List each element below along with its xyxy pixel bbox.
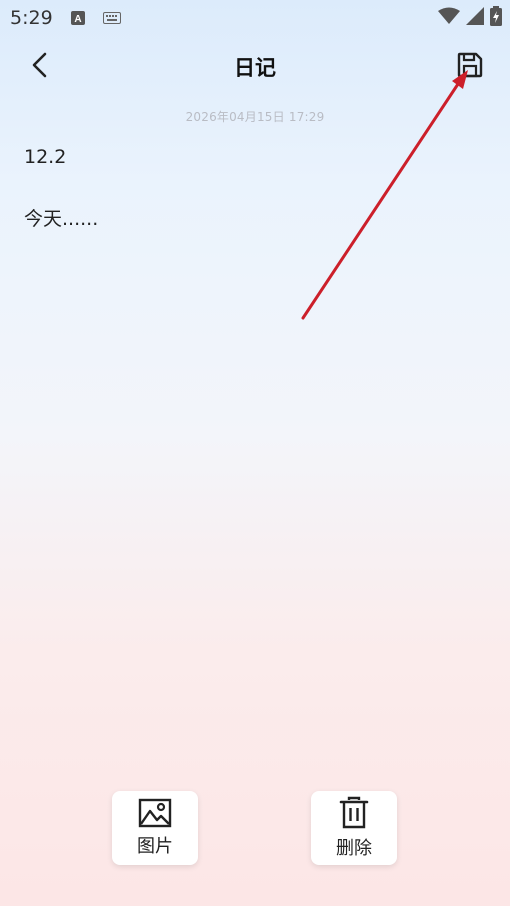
a-badge-icon: A bbox=[70, 11, 85, 25]
delete-button[interactable]: 删除 bbox=[311, 791, 397, 865]
wifi-icon bbox=[438, 7, 460, 29]
entry-text-line[interactable]: 今天...... bbox=[24, 204, 98, 231]
svg-text:A: A bbox=[74, 14, 81, 25]
status-right-group bbox=[438, 6, 502, 30]
save-button[interactable] bbox=[455, 50, 485, 80]
delete-label: 删除 bbox=[336, 838, 372, 859]
battery-icon bbox=[490, 6, 502, 30]
entry-datetime: 2026年04月15日 17:29 bbox=[185, 110, 325, 124]
keyboard-icon bbox=[102, 12, 121, 24]
signal-icon bbox=[466, 7, 484, 29]
status-bar: 5:29 A bbox=[0, 0, 510, 36]
image-icon bbox=[138, 798, 172, 828]
status-time: 5:29 bbox=[10, 7, 53, 29]
annotation-arrow bbox=[301, 70, 468, 320]
trash-icon bbox=[339, 796, 369, 829]
header-bar: 日记 bbox=[0, 40, 510, 90]
entry-text-line[interactable]: 12.2 bbox=[24, 146, 66, 168]
picture-button[interactable]: 图片 bbox=[112, 791, 198, 865]
save-icon bbox=[457, 52, 483, 78]
picture-label: 图片 bbox=[137, 836, 173, 857]
page-title: 日记 bbox=[234, 56, 276, 80]
